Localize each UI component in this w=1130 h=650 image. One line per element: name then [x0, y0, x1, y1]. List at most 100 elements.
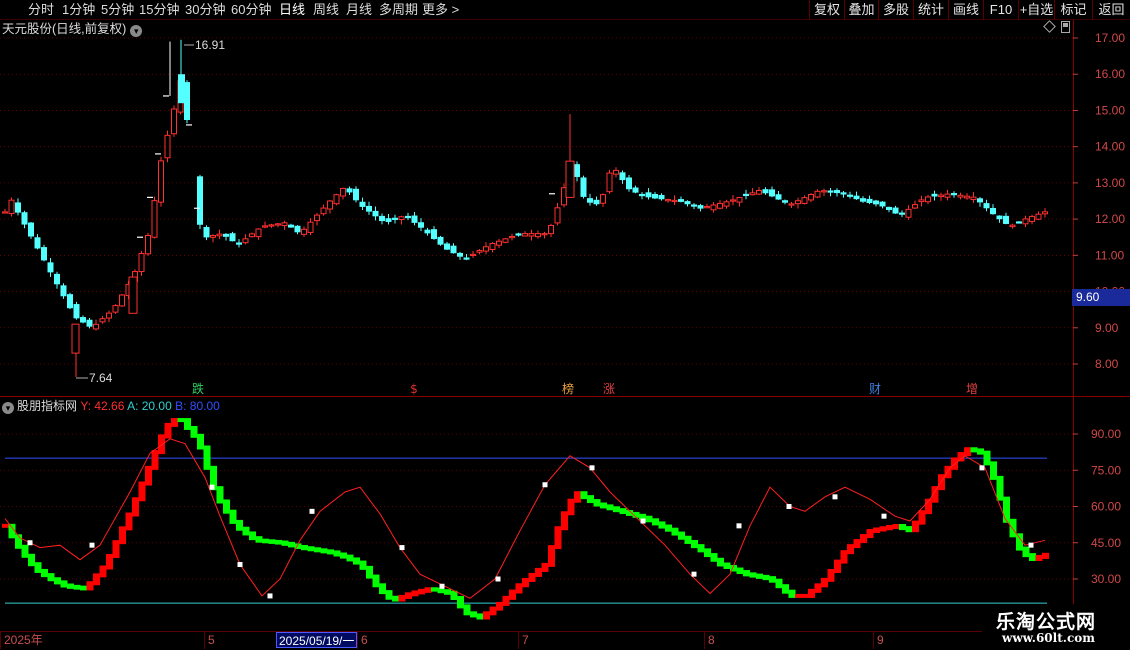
y-bar-rising [106, 553, 113, 570]
y-bar-rising [840, 550, 848, 564]
y-bar-falling [762, 574, 770, 581]
candle-up [912, 204, 918, 209]
indicator-tick-label: 60.00 [1091, 500, 1121, 514]
toolbar-button[interactable]: F10 [983, 0, 1018, 20]
y-bar-rising [528, 572, 536, 582]
candle-down [366, 205, 372, 212]
period-tab[interactable]: 分时 [28, 0, 54, 20]
toolbar-button[interactable]: 叠加 [844, 0, 878, 20]
indicator-tick-label: 30.00 [1091, 572, 1121, 586]
period-tab[interactable]: 多周期 [379, 0, 418, 20]
candle-down [840, 192, 847, 195]
candle-up [255, 228, 262, 238]
candle-down [385, 218, 392, 222]
candle-down [431, 229, 437, 240]
date-label: 8 [704, 632, 715, 649]
indicator-dot [27, 540, 33, 546]
toolbar-button[interactable]: 复权 [809, 0, 844, 20]
period-tab[interactable]: 1分钟 [62, 0, 95, 20]
cursor-date-label: 2025/05/19/一 [276, 632, 358, 648]
toolbar-button[interactable]: 返回 [1092, 0, 1130, 20]
y-bar-falling [580, 491, 588, 500]
candle-up [119, 294, 125, 307]
date-label: 5 [204, 632, 215, 649]
candle-down [41, 247, 47, 261]
current-price-tag: 9.60 [1072, 289, 1130, 306]
watermark-name: 乐淘公式网 [996, 611, 1097, 633]
candle-up [600, 194, 606, 204]
y-bar-falling [236, 519, 243, 531]
y-bar-falling [775, 578, 783, 589]
price-tick-label: 11.00 [1095, 248, 1124, 262]
candle-up [548, 224, 554, 235]
candle-down [15, 202, 21, 213]
candle-up [522, 233, 528, 237]
y-bar-falling [457, 596, 464, 609]
period-tab[interactable]: 更多 > [422, 0, 459, 20]
kline-chart[interactable]: 17.0016.0015.0014.0013.0012.0011.0010.00… [0, 20, 1130, 631]
candle-down [73, 304, 80, 319]
y-bar-rising [145, 465, 152, 486]
candle-down [834, 190, 840, 194]
period-tab[interactable]: 日线 [279, 0, 305, 20]
candle-down [892, 207, 899, 214]
toolbar-button[interactable]: 统计 [913, 0, 948, 20]
candle-up [1009, 224, 1016, 228]
toolbar-button[interactable]: 标记 [1054, 0, 1092, 20]
candle-up [957, 194, 964, 198]
y-bar-falling [340, 552, 347, 559]
period-tab[interactable]: 30分钟 [185, 0, 225, 20]
candle-up [717, 202, 723, 209]
y-bar-falling [54, 577, 61, 585]
y-bar-falling [970, 447, 978, 453]
candle-down [203, 227, 210, 238]
candle-down [639, 193, 645, 197]
y-bar-rising [1035, 554, 1043, 562]
candle-up [795, 200, 801, 205]
candle-down [587, 198, 593, 203]
candle-down [652, 193, 658, 199]
y-bar-falling [333, 550, 341, 557]
period-tab[interactable]: 60分钟 [231, 0, 271, 20]
candle-up [301, 228, 307, 235]
candle-down [574, 164, 580, 177]
y-bar-falling [80, 585, 87, 591]
candle-up [71, 323, 80, 354]
toolbar-button[interactable]: 画线 [948, 0, 983, 20]
period-tab[interactable]: 月线 [346, 0, 372, 20]
y-bar-falling [60, 580, 68, 588]
y-bar-falling [255, 536, 263, 543]
y-bar-rising [866, 529, 874, 539]
indicator-dot [399, 545, 405, 551]
y-bar-rising [411, 590, 419, 597]
y-bar-rising [1042, 552, 1049, 559]
candle-up [327, 200, 333, 210]
candle-down [437, 236, 444, 245]
toolbar-button[interactable]: +自选 [1018, 0, 1054, 20]
y-bar-falling [977, 448, 984, 455]
y-bar-rising [2, 523, 9, 528]
y-bar-falling [782, 584, 789, 594]
high-price-label: 16.91 [195, 38, 225, 52]
indicator-dot [786, 504, 792, 509]
candle-down [775, 194, 782, 200]
toolbar-button[interactable]: 多股 [878, 0, 913, 20]
event-marker: 跌 [192, 381, 204, 396]
y-bar-falling [905, 526, 913, 533]
period-tab[interactable]: 15分钟 [139, 0, 179, 20]
candle-up [905, 208, 912, 218]
candle-down [632, 187, 639, 193]
candle-down [619, 172, 626, 181]
period-tab[interactable]: 5分钟 [101, 0, 134, 20]
y-bar-falling [28, 553, 35, 567]
y-bar-rising [821, 577, 828, 588]
candle-down [28, 222, 34, 237]
y-bar-falling [366, 565, 373, 579]
period-tab[interactable]: 周线 [313, 0, 339, 20]
candle-up [1042, 211, 1048, 215]
y-bar-rising [515, 583, 523, 594]
candle-down [457, 252, 463, 257]
y-bar-falling [600, 502, 607, 509]
candle-up [938, 194, 944, 198]
y-bar-falling [249, 531, 256, 541]
